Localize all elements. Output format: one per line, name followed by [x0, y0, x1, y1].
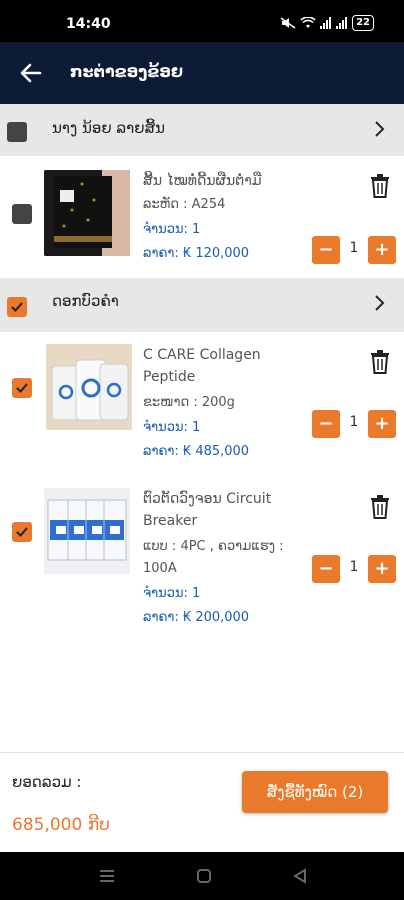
quantity-value: 1 [349, 414, 359, 430]
increase-button[interactable]: + [368, 410, 396, 438]
product-price: ລາຄາ: ₭ 120,000 [143, 246, 250, 261]
quantity-stepper: − 1 + [312, 410, 396, 438]
system-nav-bar [0, 852, 404, 900]
quantity-stepper: − 1 + [312, 236, 396, 264]
store-checkbox[interactable] [7, 122, 27, 142]
store-header[interactable]: ດອກບົວຄຳ [0, 278, 404, 332]
recent-apps-icon[interactable] [98, 868, 116, 884]
signal-icon [320, 17, 332, 29]
back-icon[interactable] [292, 868, 308, 884]
product-variant: ຂະໜາດ : 200g [143, 395, 235, 410]
product-variant: ລະຫັດ : A254 [143, 197, 226, 212]
product-price: ລາຄາ: ₭ 200,000 [143, 610, 250, 625]
product-variant: ແບບ : 4PC , ຄວາມແຮງ : 100A [143, 539, 284, 576]
product-name[interactable]: C CARE Collagen Peptide [143, 344, 293, 388]
battery-indicator: 22 [352, 15, 374, 31]
product-quantity-label: ຈຳນວນ: 1 [143, 586, 201, 601]
checkout-bar: ຍອດລວມ : 685,000 ກີບ ສັ່ງຊື້ທັງໝົດ (2) [0, 752, 404, 852]
app-bar: ກະຕ່າຂອງຂ້ອຍ [0, 42, 404, 104]
increase-button[interactable]: + [368, 236, 396, 264]
store-name: ດອກບົວຄຳ [52, 292, 119, 310]
product-price: ລາຄາ: ₭ 485,000 [143, 444, 250, 459]
item-checkbox[interactable] [12, 378, 32, 398]
product-image-collagen [46, 344, 132, 430]
store-checkbox[interactable] [7, 297, 27, 317]
total-amount: 685,000 ກີບ [12, 815, 110, 835]
decrease-button[interactable]: − [312, 236, 340, 264]
product-name[interactable]: ຕົວຕັດວົງຈອນ Circuit Breaker [143, 488, 293, 532]
signal-icon [336, 17, 348, 29]
chevron-right-icon[interactable] [372, 294, 386, 312]
home-icon[interactable] [196, 868, 212, 884]
quantity-stepper: − 1 + [312, 555, 396, 583]
page-title: ກະຕ່າຂອງຂ້ອຍ [70, 62, 184, 81]
product-quantity-label: ຈຳນວນ: 1 [143, 420, 201, 435]
order-all-button[interactable]: ສັ່ງຊື້ທັງໝົດ (2) [242, 771, 388, 813]
product-quantity-label: ຈຳນວນ: 1 [143, 222, 201, 237]
total-label: ຍອດລວມ : [12, 773, 82, 791]
store-name: ນາງ ນ້ອຍ ລາຍສິ້ນ [52, 119, 165, 137]
wifi-icon [300, 17, 316, 28]
product-image-sinh [44, 170, 130, 256]
store-header[interactable]: ນາງ ນ້ອຍ ລາຍສິ້ນ [0, 104, 404, 156]
quantity-value: 1 [349, 240, 359, 256]
decrease-button[interactable]: − [312, 555, 340, 583]
status-time: 14:40 [66, 16, 111, 32]
increase-button[interactable]: + [368, 555, 396, 583]
product-image-breaker [44, 488, 130, 574]
back-arrow-icon[interactable] [18, 60, 44, 86]
trash-icon[interactable] [370, 350, 390, 374]
status-icons: 22 [280, 15, 374, 31]
status-bar: 14:40 22 [0, 0, 404, 42]
trash-icon[interactable] [370, 495, 390, 519]
item-checkbox[interactable] [12, 522, 32, 542]
mute-icon [280, 17, 296, 29]
chevron-right-icon[interactable] [372, 120, 386, 138]
decrease-button[interactable]: − [312, 410, 340, 438]
trash-icon[interactable] [370, 174, 390, 198]
item-checkbox[interactable] [12, 204, 32, 224]
product-name[interactable]: ສິ້ນ ໄໝທໍ່ດີ້ນຜືນຕໍ່າມື [143, 170, 293, 192]
quantity-value: 1 [349, 559, 359, 575]
